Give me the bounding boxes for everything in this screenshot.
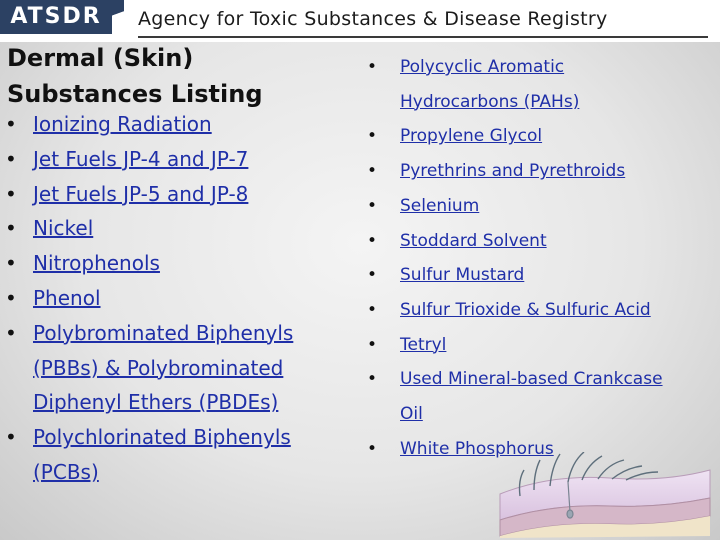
substance-list-item[interactable]: Polychlorinated Biphenyls (PCBs) bbox=[5, 420, 345, 490]
substance-list-item[interactable]: Selenium bbox=[367, 189, 717, 224]
substance-link[interactable]: Jet Fuels JP-5 and JP-8 bbox=[33, 182, 248, 206]
substance-link-text: Used Mineral-based Crankcase bbox=[400, 369, 663, 390]
substance-link-text: Polychlorinated Biphenyls bbox=[33, 425, 291, 450]
substance-list-item[interactable]: Tetryl bbox=[367, 328, 717, 363]
agency-name: Agency for Toxic Substances & Disease Re… bbox=[138, 4, 708, 38]
substance-link-text: Nickel bbox=[33, 216, 94, 241]
substance-list-item[interactable]: Sulfur Trioxide & Sulfuric Acid bbox=[367, 293, 717, 328]
substance-list-item[interactable]: Ionizing Radiation bbox=[5, 107, 345, 142]
substance-link-text: Jet Fuels JP-4 and JP-7 bbox=[33, 146, 249, 171]
substance-list-item[interactable]: Sulfur Mustard bbox=[367, 258, 717, 293]
substance-link-text: Sulfur Mustard bbox=[400, 265, 525, 286]
substance-link-text: (PBBs) & Polybrominated bbox=[33, 355, 284, 380]
substance-link-text: Hydrocarbons (PAHs) bbox=[400, 91, 580, 112]
atsdr-banner: ATSDR Agency for Toxic Substances & Dise… bbox=[0, 0, 720, 42]
substance-link-text: Selenium bbox=[400, 195, 480, 216]
substance-link-text: Ionizing Radiation bbox=[33, 112, 212, 136]
substance-link[interactable]: Sulfur Trioxide & Sulfuric Acid bbox=[400, 300, 651, 320]
substance-link[interactable]: Phenol bbox=[33, 286, 101, 310]
substance-link-text: Diphenyl Ethers (PBDEs) bbox=[33, 390, 279, 415]
substance-link[interactable]: Sulfur Mustard bbox=[400, 265, 524, 285]
substance-list-item[interactable]: Jet Fuels JP-4 and JP-7 bbox=[5, 142, 345, 177]
right-substance-list: Polycyclic Aromatic Hydrocarbons (PAHs) Pr… bbox=[367, 50, 717, 466]
substance-link-text: Jet Fuels JP-5 and JP-8 bbox=[33, 181, 249, 206]
substance-link-text: (PCBs) bbox=[33, 459, 99, 484]
substance-link[interactable]: Polychlorinated Biphenyls (PCBs) bbox=[33, 425, 291, 484]
logo-swoosh bbox=[112, 0, 124, 34]
substance-list-item[interactable]: Jet Fuels JP-5 and JP-8 bbox=[5, 177, 345, 212]
substance-list-item[interactable]: Pyrethrins and Pyrethroids bbox=[367, 154, 717, 189]
substance-link[interactable]: Polybrominated Biphenyls (PBBs) & Polybro… bbox=[33, 321, 293, 415]
substance-link-text: Stoddard Solvent bbox=[400, 230, 547, 251]
substance-link[interactable]: Pyrethrins and Pyrethroids bbox=[400, 161, 625, 181]
substance-link[interactable]: Jet Fuels JP-4 and JP-7 bbox=[33, 147, 248, 171]
slide-title: Dermal (Skin) Substances Listing bbox=[7, 40, 347, 112]
substance-link-text: Sulfur Trioxide & Sulfuric Acid bbox=[400, 299, 651, 320]
title-line-1: Dermal (Skin) bbox=[7, 44, 194, 72]
skin-cross-section-image bbox=[499, 452, 711, 538]
title-line-2: Substances Listing bbox=[7, 80, 263, 108]
substance-list-item[interactable]: Phenol bbox=[5, 281, 345, 316]
substance-link[interactable]: Selenium bbox=[400, 196, 479, 216]
substance-link[interactable]: Stoddard Solvent bbox=[400, 231, 547, 251]
substance-list-item[interactable]: Propylene Glycol bbox=[367, 119, 717, 154]
substance-link-text: Propylene Glycol bbox=[400, 126, 543, 147]
substance-list-item[interactable]: Used Mineral-based Crankcase Oil bbox=[367, 362, 717, 431]
substance-link-text: Polycyclic Aromatic bbox=[400, 57, 565, 77]
substance-link-text: Pyrethrins and Pyrethroids bbox=[400, 161, 626, 182]
substance-list-item[interactable]: Polybrominated Biphenyls (PBBs) & Polybro… bbox=[5, 316, 345, 420]
substance-list-item[interactable]: Nitrophenols bbox=[5, 246, 345, 281]
substance-link-text: Tetryl bbox=[400, 334, 447, 355]
substance-link-text: Polybrominated Biphenyls bbox=[33, 320, 294, 345]
substance-link[interactable]: Nitrophenols bbox=[33, 251, 160, 275]
substance-link-text: Nitrophenols bbox=[33, 251, 160, 276]
atsdr-logo: ATSDR bbox=[0, 0, 112, 34]
substance-link[interactable]: Tetryl bbox=[400, 335, 446, 355]
substance-list-item[interactable]: Nickel bbox=[5, 211, 345, 246]
substance-link[interactable]: Ionizing Radiation bbox=[33, 112, 212, 136]
substance-link-text: Phenol bbox=[33, 285, 101, 310]
substance-link[interactable]: Used Mineral-based Crankcase Oil bbox=[400, 369, 663, 424]
substance-list-item[interactable]: Polycyclic Aromatic Hydrocarbons (PAHs) bbox=[367, 50, 717, 119]
substance-link-text: Oil bbox=[400, 404, 423, 425]
substance-link[interactable]: Polycyclic Aromatic Hydrocarbons (PAHs) bbox=[400, 57, 579, 112]
substance-link[interactable]: Propylene Glycol bbox=[400, 126, 542, 146]
left-substance-list: Ionizing Radiation Jet Fuels JP-4 and JP-… bbox=[5, 107, 345, 490]
substance-list-item[interactable]: Stoddard Solvent bbox=[367, 224, 717, 259]
substance-link[interactable]: Nickel bbox=[33, 216, 93, 240]
